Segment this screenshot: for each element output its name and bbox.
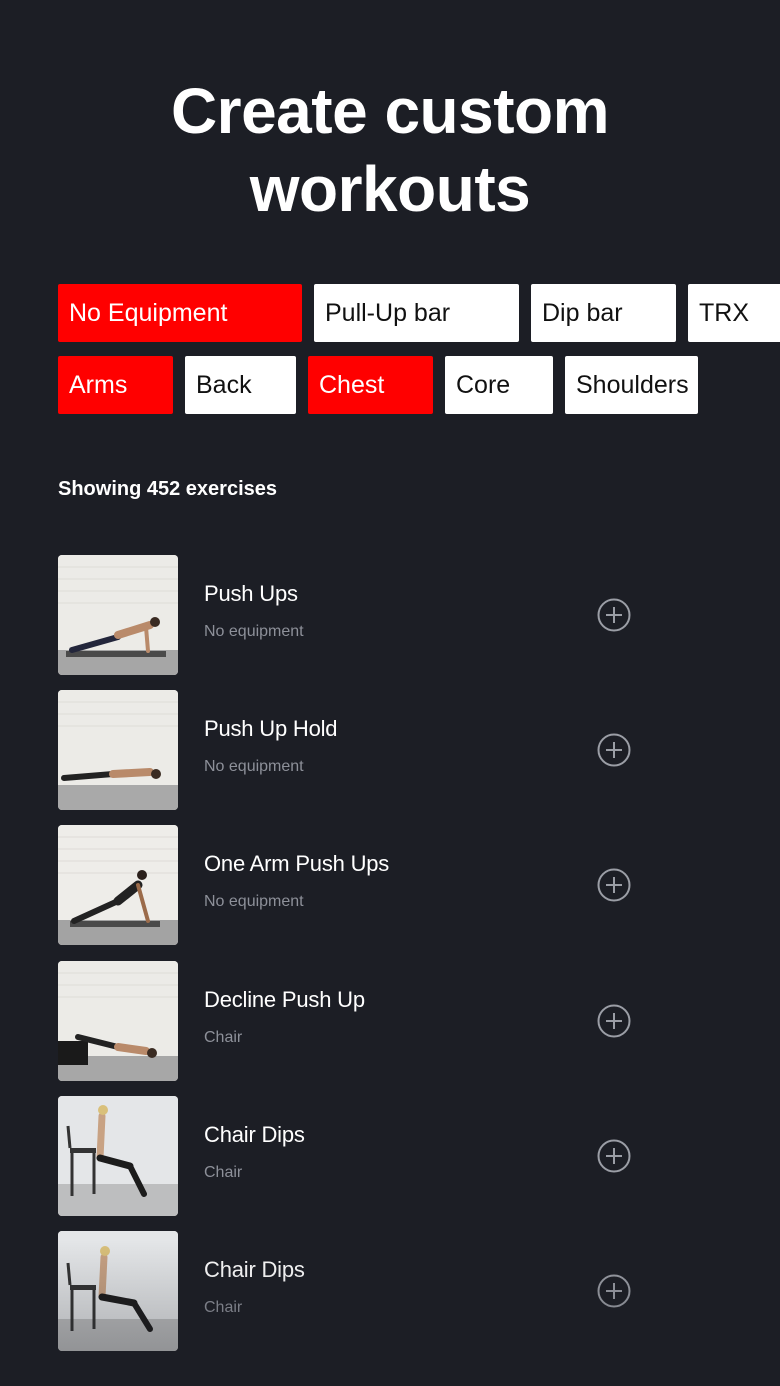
equipment-filter-row: No Equipment Pull-Up bar Dip bar TRX [58,284,780,342]
filter-chip-pull-up-bar[interactable]: Pull-Up bar [314,284,519,342]
exercise-equipment: Chair [204,1163,243,1181]
exercise-name: Decline Push Up [204,986,365,1012]
filter-chip-chest[interactable]: Chest [308,356,433,414]
exercise-equipment: Chair [204,1298,243,1316]
exercise-equipment: No equipment [204,623,304,640]
filter-chip-arms[interactable]: Arms [58,356,173,414]
exercise-equipment: Chair [204,1028,243,1046]
exercise-thumbnail [58,960,178,1081]
exercise-thumbnail [58,825,178,946]
results-count: Showing 452 exercises [58,478,278,500]
filter-chip-dip-bar[interactable]: Dip bar [531,284,676,342]
exercise-equipment: No equipment [204,758,304,776]
title-line-1: Create custom [170,75,610,147]
add-circle-icon[interactable] [597,1274,631,1308]
title-line-2: workouts [249,153,531,225]
exercise-thumbnail [58,1230,178,1351]
add-circle-icon[interactable] [597,868,631,902]
exercise-thumbnail [58,1095,178,1216]
exercise-thumbnail [58,690,178,811]
exercise-name: One Arm Push Ups [204,851,390,877]
add-circle-icon[interactable] [597,1004,631,1038]
exercise-row[interactable]: Push Ups No equipment [58,555,658,675]
page-title: Create custom workouts [0,72,780,228]
exercise-equipment: No equipment [204,893,304,911]
add-circle-icon[interactable] [597,598,631,632]
exercise-row[interactable]: Push Up Hold No equipment [58,690,658,811]
add-circle-icon[interactable] [597,733,631,767]
screen: Create custom workouts No Equipment Pull… [0,0,780,1386]
filter-chip-core[interactable]: Core [445,356,553,414]
exercise-name: Push Up Hold [204,716,338,742]
add-circle-icon[interactable] [597,1139,631,1173]
filter-chip-trx[interactable]: TRX [688,284,780,342]
filter-chip-shoulders[interactable]: Shoulders [565,356,698,414]
exercise-list: Push Ups No equipment Push Up Hold No eq… [58,555,658,1366]
exercise-thumbnail [58,555,178,675]
exercise-name: Chair Dips [204,1121,305,1147]
exercise-name: Push Ups [204,581,298,606]
filter-chip-no-equipment[interactable]: No Equipment [58,284,302,342]
exercise-name: Chair Dips [204,1256,305,1282]
exercise-row[interactable]: Chair Dips Chair [58,1095,658,1216]
exercise-row[interactable]: One Arm Push Ups No equipment [58,825,658,946]
filter-chip-back[interactable]: Back [185,356,296,414]
exercise-row[interactable]: Decline Push Up Chair [58,960,658,1081]
muscle-filter-row: Arms Back Chest Core Shoulders [58,356,698,414]
exercise-row[interactable]: Chair Dips Chair [58,1230,658,1351]
